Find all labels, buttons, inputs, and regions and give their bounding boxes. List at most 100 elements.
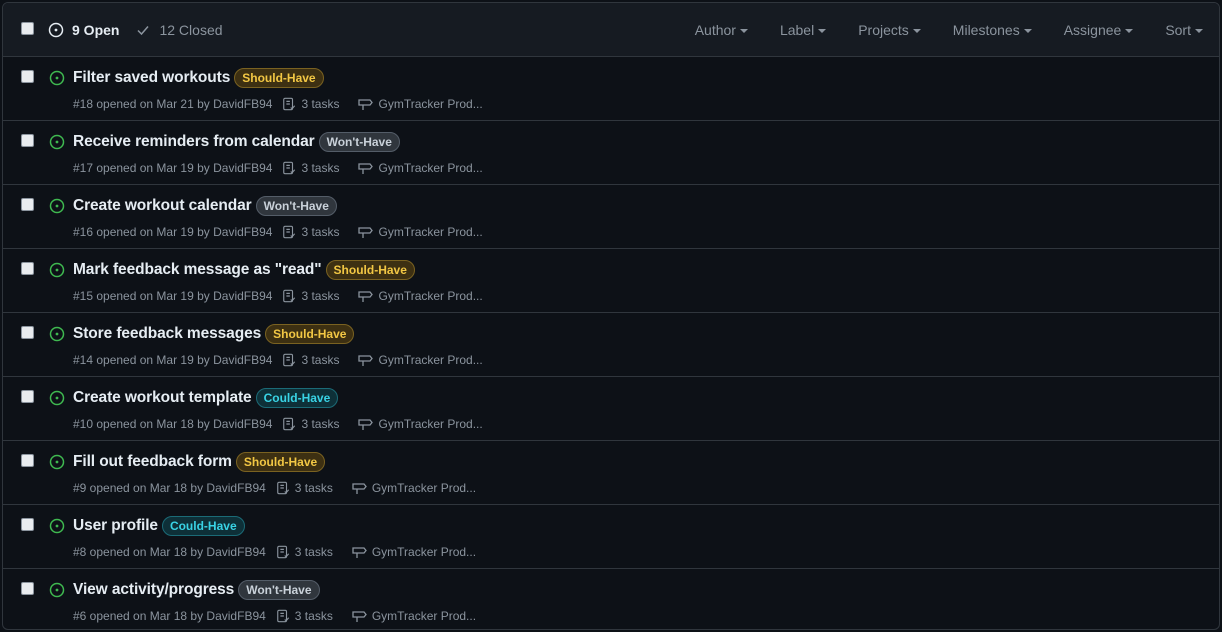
issue-checkbox[interactable]	[21, 518, 34, 531]
task-progress[interactable]: 3 tasks	[282, 97, 339, 111]
issue-row[interactable]: User profile Could-Have #8 opened on Mar…	[3, 505, 1219, 569]
project-link[interactable]: GymTracker Prod...	[357, 417, 483, 431]
task-count: 3 tasks	[301, 353, 340, 367]
issue-label-badge[interactable]: Should-Have	[235, 452, 326, 472]
select-all-checkbox[interactable]	[21, 22, 34, 35]
issue-title-link[interactable]: Filter saved workouts	[73, 69, 230, 87]
open-issues-tab[interactable]: 9 Open	[48, 22, 119, 38]
issue-opened-info: #9 opened on Mar 18 by DavidFB94	[73, 481, 266, 495]
issue-label-badge[interactable]: Could-Have	[161, 516, 245, 536]
issue-row[interactable]: Store feedback messages Should-Have #14 …	[3, 313, 1219, 377]
project-link[interactable]: GymTracker Prod...	[351, 609, 476, 623]
issue-checkbox[interactable]	[21, 134, 34, 147]
project-name: GymTracker Prod...	[371, 481, 477, 495]
issue-title-line: View activity/progress Won't-Have	[73, 580, 320, 600]
issue-row[interactable]: Fill out feedback form Should-Have #9 op…	[3, 441, 1219, 505]
issue-meta: #15 opened on Mar 19 by DavidFB94 3 task…	[73, 289, 483, 303]
projects-filter-label: Projects	[858, 21, 909, 38]
issue-label-badge[interactable]: Could-Have	[255, 388, 339, 408]
issue-opened-info: #10 opened on Mar 18 by DavidFB94	[73, 417, 273, 431]
tasklist-icon	[276, 545, 289, 559]
task-progress[interactable]: 3 tasks	[282, 161, 339, 175]
issue-label-badge[interactable]: Should-Have	[265, 324, 355, 344]
task-count: 3 tasks	[301, 161, 340, 175]
task-count: 3 tasks	[301, 97, 340, 111]
issue-row[interactable]: View activity/progress Won't-Have #6 ope…	[3, 569, 1219, 629]
issue-opened-info: #14 opened on Mar 19 by DavidFB94	[73, 353, 273, 367]
issue-row[interactable]: Create workout template Could-Have #10 o…	[3, 377, 1219, 441]
issue-checkbox[interactable]	[21, 326, 34, 339]
issue-row[interactable]: Filter saved workouts Should-Have #18 op…	[3, 57, 1219, 121]
issue-open-icon	[49, 390, 65, 406]
issue-title-link[interactable]: User profile	[73, 517, 158, 535]
issue-label-badge[interactable]: Won't-Have	[318, 132, 400, 152]
issue-title-link[interactable]: Create workout template	[73, 389, 252, 407]
project-link[interactable]: GymTracker Prod...	[357, 161, 483, 175]
project-link[interactable]: GymTracker Prod...	[351, 481, 476, 495]
label-filter-label: Label	[779, 21, 815, 38]
author-filter-label: Author	[694, 21, 736, 38]
issue-checkbox[interactable]	[21, 198, 34, 211]
project-name: GymTracker Prod...	[371, 545, 477, 559]
project-name: GymTracker Prod...	[371, 609, 477, 623]
caret-down-icon	[1125, 28, 1134, 33]
issue-opened-info: #16 opened on Mar 19 by DavidFB94	[73, 225, 273, 239]
project-sign-icon	[352, 611, 367, 622]
issue-title-link[interactable]: View activity/progress	[73, 581, 234, 599]
project-link[interactable]: GymTracker Prod...	[357, 353, 483, 367]
project-sign-icon	[358, 291, 374, 302]
project-link[interactable]: GymTracker Prod...	[357, 225, 483, 239]
issues-list-box: 9 Open 12 Closed Author Label Projects M…	[2, 2, 1220, 630]
sort-filter[interactable]: Sort	[1165, 22, 1203, 38]
author-filter[interactable]: Author	[695, 22, 748, 38]
task-progress[interactable]: 3 tasks	[276, 609, 333, 623]
project-sign-icon	[352, 547, 367, 558]
project-link[interactable]: GymTracker Prod...	[357, 97, 483, 111]
issue-checkbox[interactable]	[21, 70, 34, 83]
issue-checkbox[interactable]	[21, 390, 34, 403]
issue-title-line: Mark feedback message as "read" Should-H…	[73, 260, 415, 280]
issue-checkbox[interactable]	[21, 262, 34, 275]
issue-checkbox[interactable]	[21, 454, 34, 467]
project-sign-icon	[358, 163, 374, 174]
task-progress[interactable]: 3 tasks	[282, 225, 339, 239]
tasklist-icon	[276, 609, 289, 623]
issue-title-link[interactable]: Mark feedback message as "read"	[73, 261, 322, 279]
issue-meta: #18 opened on Mar 21 by DavidFB94 3 task…	[73, 97, 483, 111]
tasklist-icon	[283, 289, 296, 303]
task-progress[interactable]: 3 tasks	[276, 545, 333, 559]
project-link[interactable]: GymTracker Prod...	[357, 289, 483, 303]
closed-issues-tab[interactable]: 12 Closed	[135, 22, 223, 38]
issue-title-link[interactable]: Receive reminders from calendar	[73, 133, 315, 151]
tasklist-icon	[283, 161, 296, 175]
issue-row[interactable]: Create workout calendar Won't-Have #16 o…	[3, 185, 1219, 249]
label-filter[interactable]: Label	[779, 21, 827, 38]
issue-open-icon	[49, 326, 65, 342]
task-count: 3 tasks	[294, 609, 333, 623]
task-progress[interactable]: 3 tasks	[282, 353, 339, 367]
tasklist-icon	[283, 225, 296, 239]
issue-title-link[interactable]: Fill out feedback form	[73, 453, 232, 471]
check-icon	[137, 25, 150, 35]
project-sign-icon	[358, 419, 374, 430]
task-progress[interactable]: 3 tasks	[282, 417, 339, 431]
projects-filter[interactable]: Projects	[858, 22, 921, 38]
issue-label-badge[interactable]: Won't-Have	[255, 196, 337, 216]
milestones-filter[interactable]: Milestones	[953, 22, 1032, 38]
issue-label-badge[interactable]: Should-Have	[234, 68, 324, 88]
issue-label-badge[interactable]: Won't-Have	[238, 580, 320, 600]
issue-title-link[interactable]: Create workout calendar	[73, 197, 252, 215]
issue-open-icon	[49, 134, 65, 150]
issue-row[interactable]: Mark feedback message as "read" Should-H…	[3, 249, 1219, 313]
task-progress[interactable]: 3 tasks	[282, 289, 339, 303]
issue-open-icon	[49, 454, 65, 470]
task-progress[interactable]: 3 tasks	[276, 481, 333, 495]
issue-row[interactable]: Receive reminders from calendar Won't-Ha…	[3, 121, 1219, 185]
issue-label-badge[interactable]: Should-Have	[325, 260, 415, 280]
assignee-filter[interactable]: Assignee	[1064, 22, 1134, 38]
issue-meta: #14 opened on Mar 19 by DavidFB94 3 task…	[73, 353, 483, 367]
issue-title-link[interactable]: Store feedback messages	[73, 325, 261, 343]
issue-meta: #6 opened on Mar 18 by DavidFB94 3 tasks…	[73, 609, 476, 623]
project-link[interactable]: GymTracker Prod...	[351, 545, 476, 559]
issue-checkbox[interactable]	[21, 582, 34, 595]
